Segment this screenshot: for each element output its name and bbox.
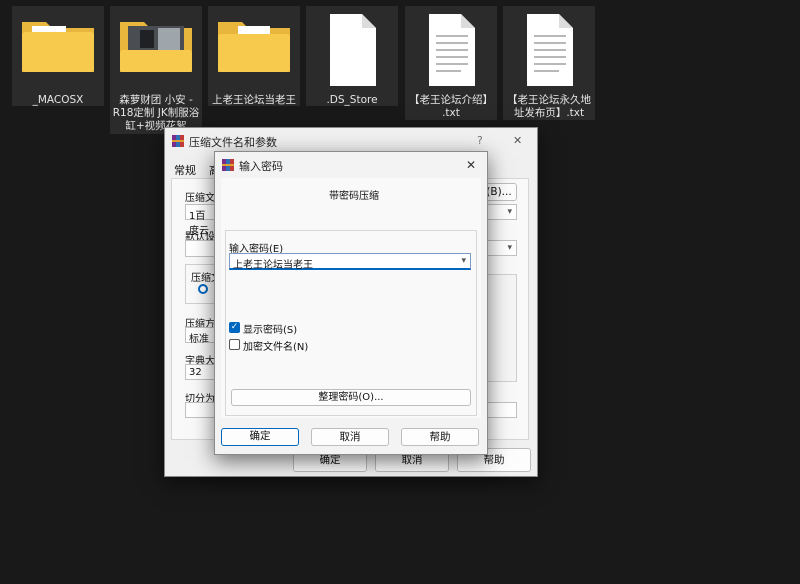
blank-file-icon (306, 12, 398, 92)
options-group (487, 274, 517, 382)
file-tile-photo-folder[interactable]: 森萝财团 小安 - R18定制 JK制服浴 缸+视频花絮 (110, 6, 202, 134)
split-unit-field[interactable] (487, 402, 517, 418)
file-tile-folder[interactable]: 上老王论坛当老王 (208, 6, 300, 106)
password-value: 上老王论坛当老王 (233, 260, 313, 271)
encrypt-filenames-checkbox[interactable] (229, 339, 240, 350)
format-radio[interactable] (198, 284, 208, 294)
password-dialog: 输入密码 ✕ 带密码压缩 输入密码(E) 上老王论坛当老王 ▾ ✓ 显示密码(S… (214, 151, 488, 455)
update-mode-dropdown[interactable]: ▾ (487, 240, 517, 256)
dialog-title: 输入密码 (239, 160, 283, 173)
show-password-label: 显示密码(S) (243, 325, 298, 336)
file-label: _MACOSX (32, 94, 84, 106)
encrypt-filenames-label: 加密文件名(N) (243, 342, 309, 353)
close-button[interactable]: ✕ (466, 158, 476, 172)
file-label: 上老王论坛当老王 (212, 94, 296, 106)
help-button[interactable]: 帮助 (401, 428, 479, 446)
chevron-down-icon: ▾ (461, 256, 466, 266)
chevron-down-icon: ▾ (507, 207, 512, 217)
winrar-icon (222, 159, 234, 171)
close-button[interactable]: ✕ (513, 134, 522, 147)
file-label: .DS_Store (326, 94, 378, 106)
archive-name-dropdown[interactable]: ▾ (487, 204, 517, 220)
chevron-down-icon: ▾ (507, 243, 512, 253)
file-tile-address-txt[interactable]: 【老王论坛永久地 址发布页】.txt (503, 6, 595, 120)
title-bar: 输入密码 ✕ (215, 152, 487, 178)
folder-icon (12, 12, 104, 92)
text-file-icon (405, 12, 497, 92)
folder-icon (208, 12, 300, 92)
file-label: 【老王论坛介绍】 .txt (409, 94, 493, 119)
organize-passwords-button[interactable]: 整理密码(O)... (231, 389, 471, 406)
group-title: 带密码压缩 (329, 191, 379, 202)
help-question-button[interactable]: ? (477, 134, 483, 147)
file-tile-intro-txt[interactable]: 【老王论坛介绍】 .txt (405, 6, 497, 120)
file-tile-ds-store[interactable]: .DS_Store (306, 6, 398, 106)
file-tile-macosx[interactable]: _MACOSX (12, 6, 104, 106)
text-file-icon (503, 12, 595, 92)
tab-general[interactable]: 常规 (174, 162, 196, 178)
archive-name-label: 压缩文 (185, 193, 215, 204)
dialog-title: 压缩文件名和参数 (189, 136, 277, 149)
password-input[interactable]: 上老王论坛当老王 ▾ (229, 253, 471, 271)
cancel-button[interactable]: 取消 (311, 428, 389, 446)
show-password-checkbox[interactable]: ✓ (229, 322, 240, 333)
folder-photo-icon (110, 12, 202, 92)
winrar-icon (172, 135, 184, 147)
file-label: 【老王论坛永久地 址发布页】.txt (507, 94, 591, 119)
ok-button[interactable]: 确定 (221, 428, 299, 446)
